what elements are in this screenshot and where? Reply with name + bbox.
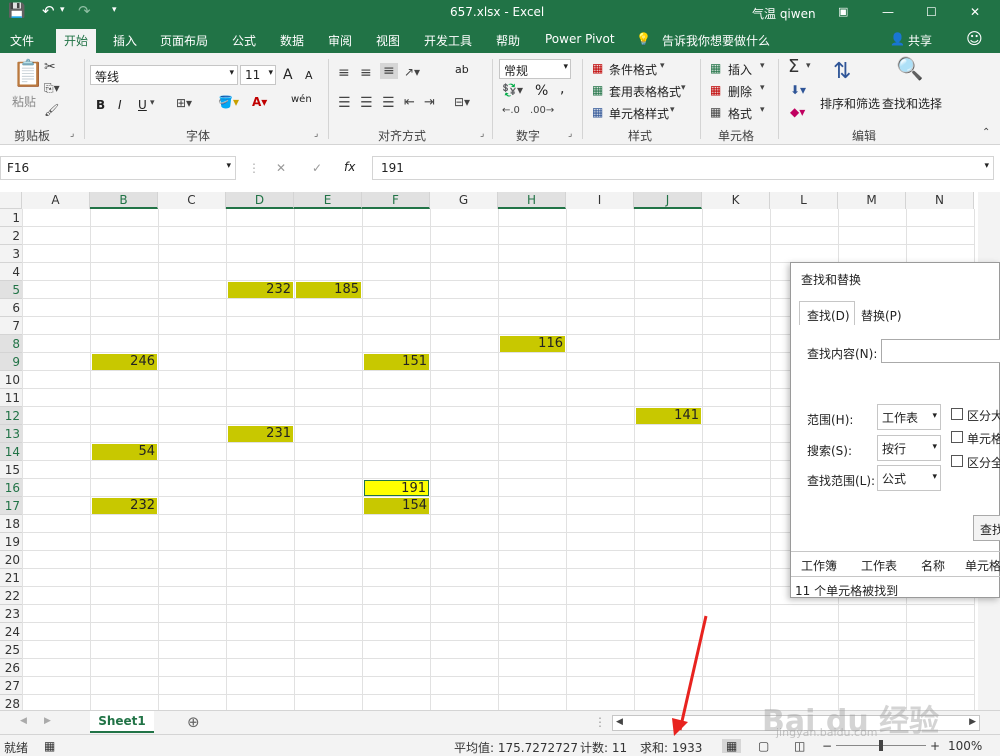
watermark-url: jingyan.baidu.com: [776, 726, 878, 739]
annotation-arrow: [672, 615, 708, 736]
